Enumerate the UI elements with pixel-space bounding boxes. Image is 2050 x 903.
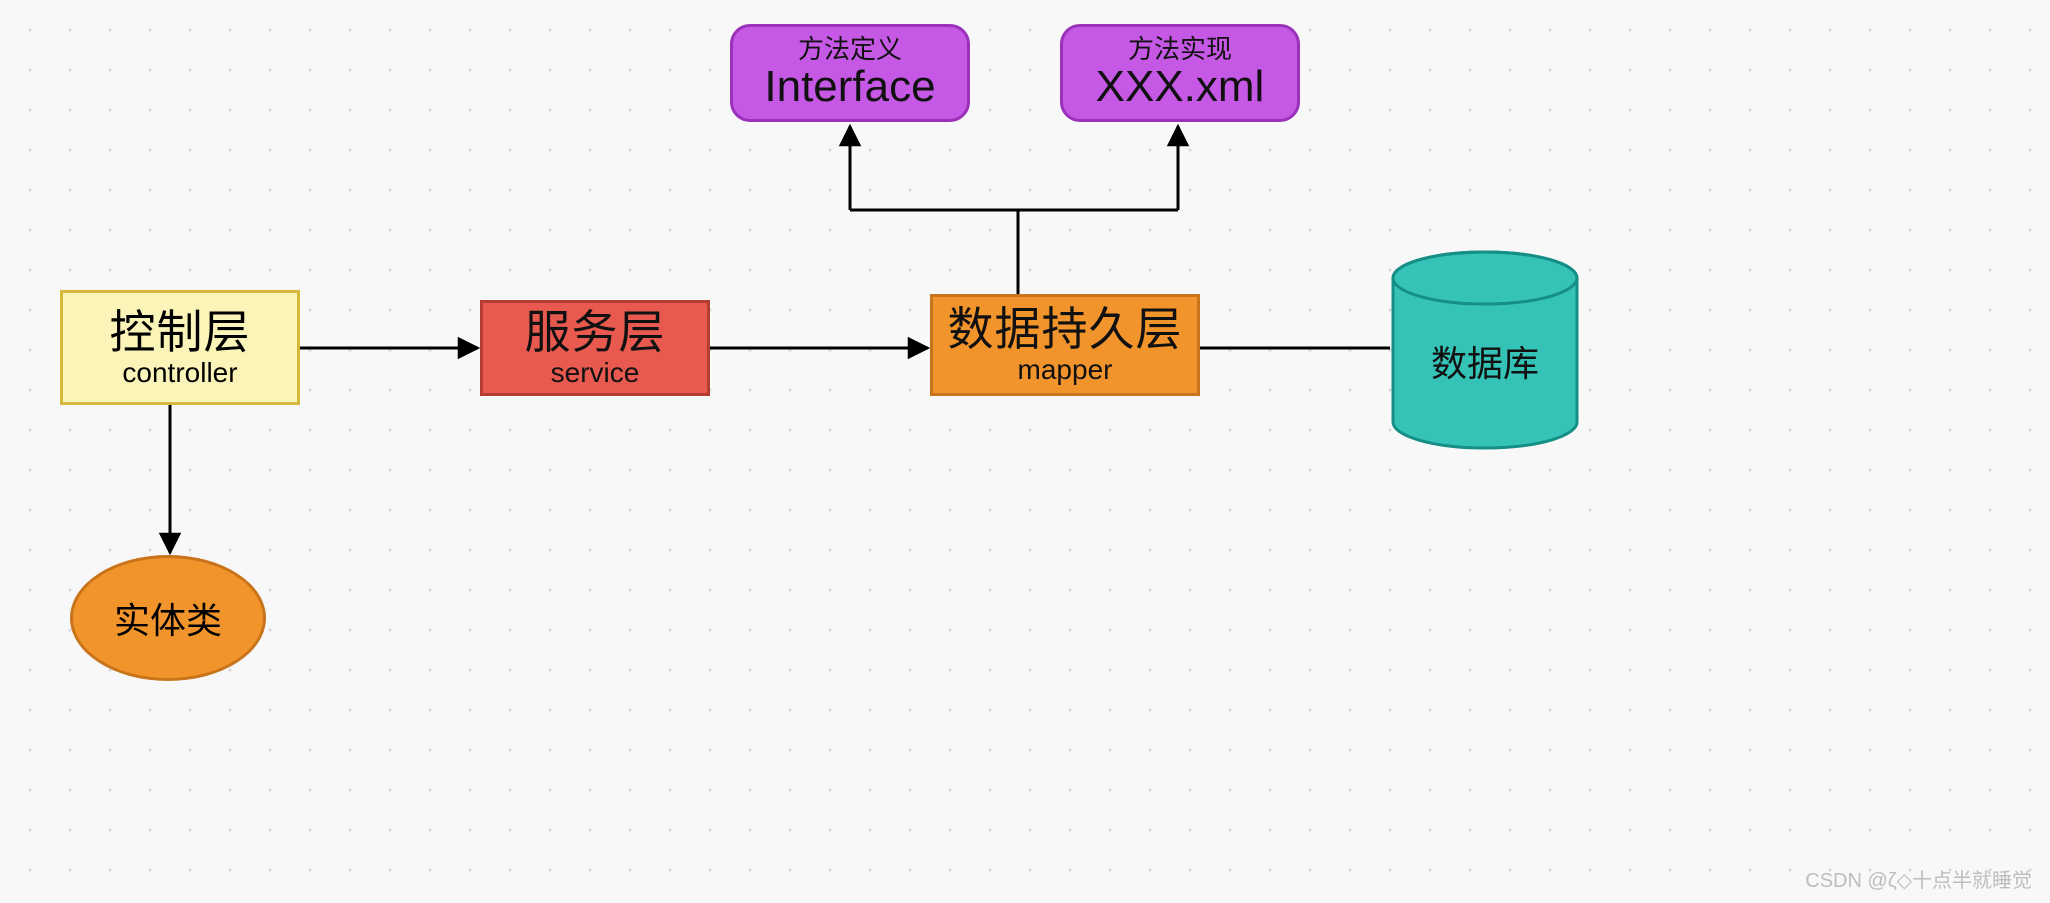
connectors (0, 0, 2050, 903)
service-sub: service (551, 358, 640, 387)
xml-large: XXX.xml (1096, 64, 1265, 110)
node-service: 服务层 service (480, 300, 710, 396)
watermark: CSDN @ζ◇十点半就睡觉 (1805, 864, 2032, 893)
node-interface: 方法定义 Interface (730, 24, 970, 122)
controller-title: 控制层 (110, 308, 251, 356)
database-label: 数据库 (1390, 335, 1580, 387)
node-database: 数据库 (1390, 250, 1580, 450)
service-title: 服务层 (525, 308, 666, 356)
node-entity: 实体类 (70, 555, 266, 681)
controller-sub: controller (122, 358, 237, 387)
mapper-title: 数据持久层 (948, 305, 1183, 353)
xml-small: 方法实现 (1128, 36, 1232, 63)
mapper-sub: mapper (1018, 355, 1113, 384)
node-controller: 控制层 controller (60, 290, 300, 405)
node-mapper: 数据持久层 mapper (930, 294, 1200, 396)
entity-label: 实体类 (114, 592, 222, 644)
interface-large: Interface (764, 64, 935, 110)
node-xml: 方法实现 XXX.xml (1060, 24, 1300, 122)
interface-small: 方法定义 (798, 36, 902, 63)
